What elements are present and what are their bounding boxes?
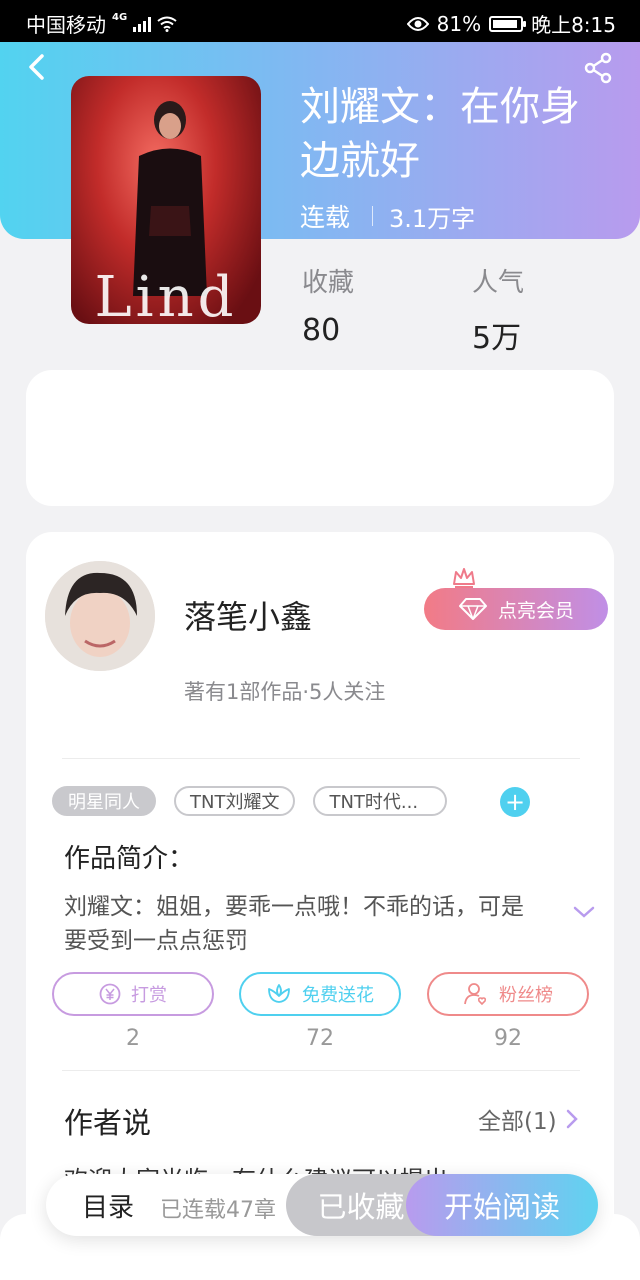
tip-button[interactable]: 打赏 <box>52 972 214 1016</box>
battery-percent: 81% <box>436 11 482 36</box>
back-arrow-icon[interactable] <box>22 52 52 82</box>
popularity-stat: 人气 5万 <box>472 262 524 357</box>
view-all-label: 全部(1) <box>478 1109 557 1135</box>
wifi-icon <box>157 16 177 32</box>
favorites-label: 收藏 <box>302 268 355 298</box>
chapter-count: 已连载47章 <box>160 1198 276 1223</box>
signal-icon <box>133 16 152 32</box>
divider <box>62 1070 580 1071</box>
add-tag-icon[interactable]: + <box>500 787 530 817</box>
cover-lettering: Lind <box>94 265 238 324</box>
author-name[interactable]: 落笔小鑫 <box>184 592 312 638</box>
tag-chip[interactable]: TNT刘耀文 <box>174 786 296 816</box>
fan-ranking-button[interactable]: 粉丝榜 <box>427 972 589 1016</box>
serial-status: 连载 <box>300 203 351 232</box>
chevron-right-icon <box>566 1109 578 1129</box>
send-flower-label: 免费送花 <box>302 985 374 1006</box>
table-of-contents-button[interactable]: 目录 <box>82 1187 134 1224</box>
book-meta: 连载 3.1万字 <box>300 198 475 234</box>
blank-card <box>26 370 614 506</box>
author-avatar[interactable] <box>45 561 155 671</box>
network-type: 4G <box>112 12 128 23</box>
tip-label: 打赏 <box>131 985 167 1006</box>
tag-list: 明星同人 TNT刘耀文 TNT时代... <box>52 786 448 816</box>
popularity-label: 人气 <box>472 268 525 298</box>
word-count: 3.1万字 <box>389 204 476 233</box>
intro-text: 刘耀文：姐姐，要乖一点哦！不乖的话，可是要受到一点点惩罚 <box>64 894 524 954</box>
crown-icon <box>453 568 475 588</box>
fan-ranking-label: 粉丝榜 <box>499 985 553 1006</box>
view-all-link[interactable]: 全部(1) <box>478 1102 579 1136</box>
divider <box>62 758 580 759</box>
start-reading-button[interactable]: 开始阅读 <box>406 1174 598 1236</box>
fan-person-icon <box>464 983 487 1006</box>
favorites-stat: 收藏 80 <box>302 262 354 348</box>
fan-count: 92 <box>494 1026 522 1051</box>
chevron-down-icon[interactable] <box>572 904 596 920</box>
vip-button[interactable]: 点亮会员 <box>424 588 608 630</box>
popularity-value: 5万 <box>472 321 522 356</box>
flower-count: 72 <box>306 1026 334 1051</box>
author-summary: 著有1部作品·5人关注 <box>184 680 386 704</box>
book-cover[interactable]: Lind <box>71 76 261 324</box>
author-says-title: 作者说 <box>64 1106 152 1140</box>
yen-coin-icon <box>99 983 121 1005</box>
tip-count: 2 <box>126 1026 140 1051</box>
battery-icon <box>489 15 527 32</box>
carrier-name: 中国移动 <box>26 13 106 37</box>
favorites-value: 80 <box>302 313 341 348</box>
intro-title: 作品简介： <box>64 844 195 874</box>
avatar-image <box>45 561 155 671</box>
tag-chip[interactable]: TNT时代... <box>313 786 448 816</box>
status-bar: 中国移动 4G 81% 晚上8:15 <box>0 0 640 42</box>
eye-icon <box>406 16 429 31</box>
tag-chip[interactable]: 明星同人 <box>52 786 156 816</box>
clock: 晚上8:15 <box>531 13 616 37</box>
meta-divider <box>372 206 374 226</box>
send-flower-button[interactable]: 免费送花 <box>239 972 401 1016</box>
flower-icon <box>268 984 290 1003</box>
vip-label: 点亮会员 <box>497 599 574 622</box>
book-title: 刘耀文：在你身边就好 <box>300 84 580 184</box>
diamond-icon <box>458 598 487 620</box>
